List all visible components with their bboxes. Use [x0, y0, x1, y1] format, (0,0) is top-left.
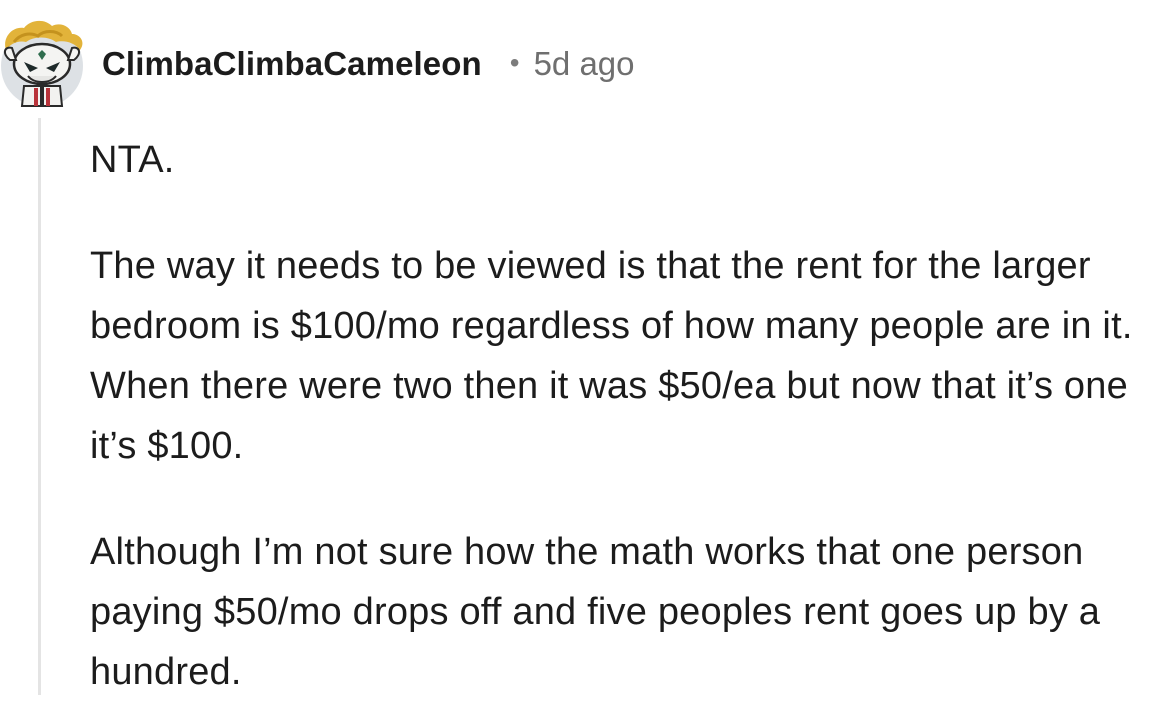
snoo-avatar-icon [1, 20, 83, 107]
comment-header: ClimbaClimbaCameleon • 5d ago [102, 42, 635, 86]
thread-line[interactable] [38, 118, 41, 695]
comment: ClimbaClimbaCameleon • 5d ago NTA. The w… [0, 0, 1150, 695]
separator-dot: • [509, 47, 520, 78]
comment-paragraph: The way it needs to be viewed is that th… [90, 245, 1133, 467]
timestamp[interactable]: 5d ago [534, 45, 635, 83]
comment-paragraph: Although I’m not sure how the math works… [90, 531, 1101, 693]
username[interactable]: ClimbaClimbaCameleon [102, 45, 482, 83]
avatar[interactable] [0, 20, 84, 108]
comment-paragraph: NTA. [90, 139, 175, 181]
comment-body: NTA. The way it needs to be viewed is th… [90, 130, 1140, 702]
